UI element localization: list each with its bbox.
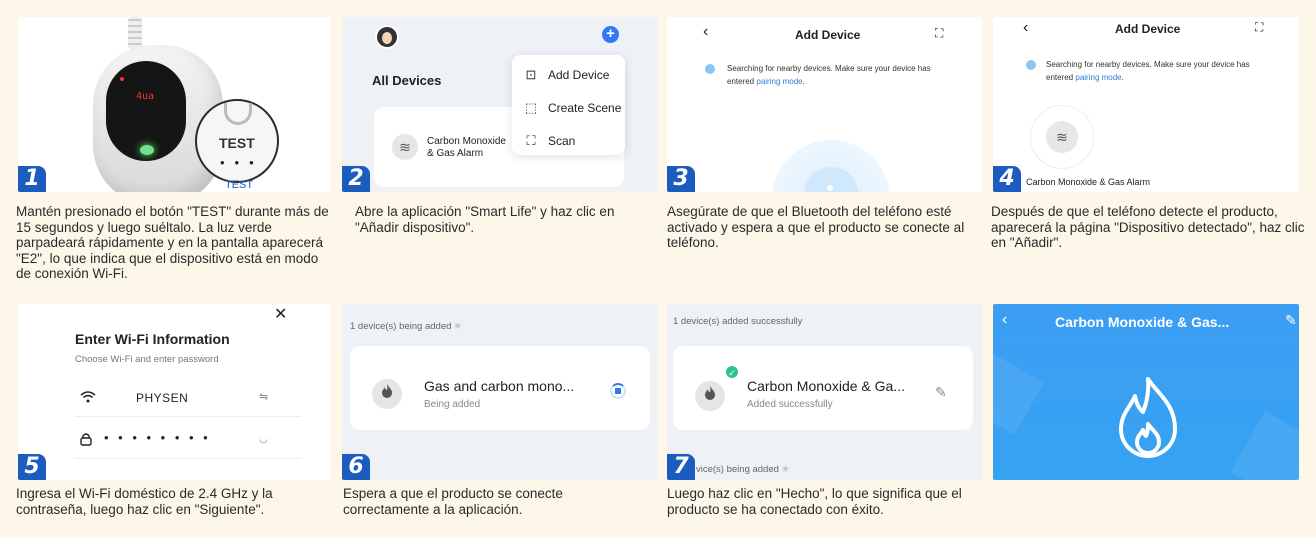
scan-icon: ⛶ [526, 133, 536, 148]
searching-text: Searching for nearby devices. Make sure … [727, 64, 931, 86]
step-number-badge: 3 [667, 166, 695, 192]
green-light-icon [140, 145, 154, 155]
add-plus-button[interactable]: + [602, 26, 619, 43]
step-5-caption: Ingresa el Wi-Fi doméstico de 2.4 GHz y … [16, 486, 273, 517]
pairing-mode-link[interactable]: pairing mode [1075, 73, 1121, 82]
step-5-image: ✕ Enter Wi-Fi Information Choose Wi-Fi a… [18, 304, 331, 480]
flame-icon [695, 381, 725, 411]
spinner-icon: ✳ [454, 321, 462, 331]
back-icon[interactable]: ‹ [1023, 19, 1028, 37]
spinner-icon: ✳ [781, 464, 790, 474]
alarm-device-icon: ≋ [1046, 121, 1078, 153]
menu-scan[interactable]: ⛶ Scan [524, 133, 575, 149]
step-6-caption: Espera a que el producto se conecte corr… [343, 486, 563, 517]
flame-icon [1119, 377, 1177, 458]
step-number-badge: 5 [18, 454, 46, 480]
menu-create-scene[interactable]: ⬚ Create Scene [524, 100, 622, 116]
step-7-caption: Luego haz clic en "Hecho", lo que signif… [667, 486, 962, 517]
close-icon[interactable]: ✕ [274, 304, 287, 324]
bottom-status: vice(s) being added ✳ [696, 464, 790, 475]
bg-shape [993, 353, 1044, 435]
searching-spinner-icon [705, 64, 715, 74]
found-device-name: Carbon Monoxide & Gas Alarm [1026, 177, 1151, 187]
wifi-icon [80, 390, 96, 407]
device-name: Carbon Monoxide & Gas Alarm [427, 136, 506, 159]
add-menu: ⊡ Add Device ⬚ Create Scene ⛶ Scan [512, 55, 625, 155]
device-page-title: Carbon Monoxide & Gas... [1055, 314, 1230, 330]
step-2-caption: Abre la aplicación "Smart Life" y haz cl… [355, 204, 615, 235]
add-device-icon: ⊡ [525, 67, 537, 82]
edit-icon[interactable]: ✎ [935, 384, 947, 401]
menu-add-device[interactable]: ⊡ Add Device [524, 67, 610, 83]
step-number-badge: 1 [18, 166, 46, 192]
step-8-image: ‹ Carbon Monoxide & Gas... ✎ [993, 304, 1299, 480]
add-device-title: Add Device [795, 28, 861, 42]
searching-spinner-icon [1026, 60, 1036, 70]
step-number-badge: 2 [342, 166, 370, 192]
wifi-title: Enter Wi-Fi Information [75, 331, 230, 347]
power-cable [128, 17, 142, 49]
searching-text: Searching for nearby devices. Make sure … [1046, 60, 1250, 82]
step-1-caption: Mantén presionado el botón "TEST" durant… [16, 204, 329, 281]
edit-icon[interactable]: ✎ [1285, 312, 1297, 329]
adding-status: 1 device(s) being added ✳ [350, 321, 462, 332]
lock-icon [80, 432, 92, 449]
step-number-badge: 7 [667, 454, 695, 480]
device-name: Gas and carbon mono... [424, 378, 575, 394]
pairing-mode-link[interactable]: pairing mode [756, 77, 802, 86]
scan-icon[interactable]: ⛶ [1255, 20, 1263, 35]
bg-shape [1230, 411, 1299, 480]
device-status: Being added [424, 399, 481, 410]
red-led-icon [120, 77, 124, 81]
alarm-device-icon: ≋ [392, 134, 418, 160]
add-device-title: Add Device [1115, 22, 1181, 36]
switch-network-icon[interactable]: ⇋ [259, 390, 268, 403]
alarm-readout: 4ua [136, 91, 155, 102]
test-caption-label: TEST [225, 179, 254, 191]
step-3-caption: Asegúrate de que el Bluetooth del teléfo… [667, 204, 965, 250]
success-check-icon: ✓ [725, 365, 739, 379]
step-4-caption: Después de que el teléfono detecte el pr… [991, 204, 1305, 250]
step-7-image: 1 device(s) added successfully ✓ Carbon … [667, 304, 982, 480]
create-scene-icon: ⬚ [524, 100, 538, 115]
step-6-image: 1 device(s) being added ✳ Gas and carbon… [342, 304, 658, 480]
all-devices-title: All Devices [372, 73, 442, 88]
divider [75, 458, 301, 459]
wifi-subtitle: Choose Wi-Fi and enter password [75, 354, 219, 365]
test-button-label: TEST [219, 135, 255, 151]
speaker-dots: ••• [220, 155, 264, 170]
back-icon[interactable]: ‹ [703, 23, 708, 41]
radar-center-icon [827, 185, 833, 191]
device-name: Carbon Monoxide & Ga... [747, 378, 905, 394]
step-number-badge: 4 [993, 166, 1021, 192]
step-1-image: 4ua TEST ••• TEST 1 [18, 17, 331, 192]
back-icon[interactable]: ‹ [1002, 311, 1007, 329]
divider [75, 416, 301, 417]
step-number-badge: 6 [342, 454, 370, 480]
password-field[interactable]: • • • • • • • • [104, 430, 211, 445]
eye-icon[interactable]: ◡ [259, 434, 268, 445]
wifi-ssid-field[interactable]: PHYSEN [136, 391, 188, 405]
added-status: 1 device(s) added successfully [673, 316, 803, 327]
device-status: Added successfully [747, 399, 833, 410]
step-3-image: ‹ Add Device ⛶ Searching for nearby devi… [667, 17, 982, 192]
scan-icon[interactable]: ⛶ [935, 26, 943, 41]
avatar[interactable] [375, 25, 399, 49]
step-4-image: ‹ Add Device ⛶ Searching for nearby devi… [993, 17, 1299, 192]
step-2-image: + All Devices ≋ Carbon Monoxide & Gas Al… [342, 17, 658, 192]
flame-icon [372, 379, 402, 409]
loading-core [615, 388, 621, 394]
